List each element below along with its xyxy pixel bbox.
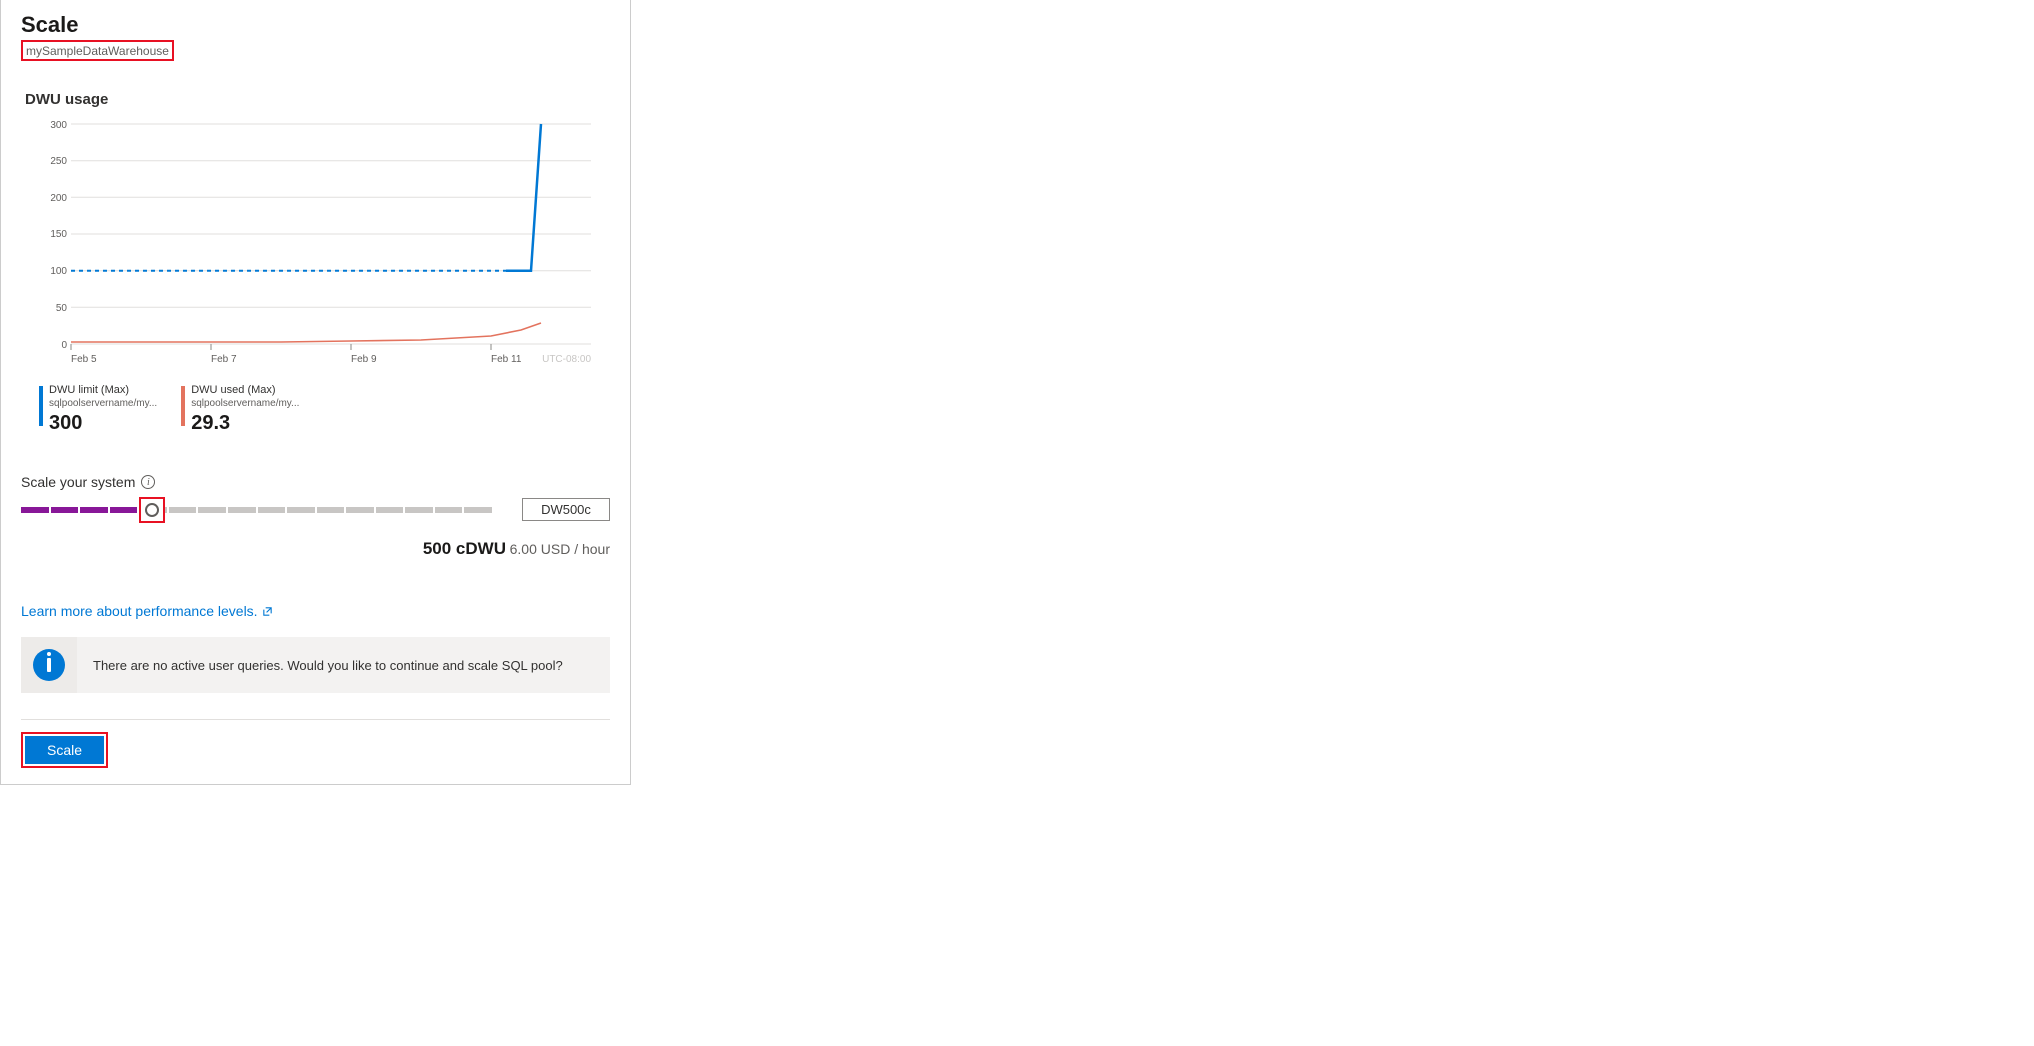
slider-segment [228,507,256,513]
slider-segment [376,507,404,513]
slider-segment [287,507,315,513]
x-tick: Feb 5 [71,354,97,365]
dwu-usage-heading: DWU usage [25,91,610,108]
slider-segment [169,507,197,513]
x-tick: Feb 11 [491,354,522,365]
slider-segment [405,507,433,513]
slider-thumb[interactable] [145,503,159,517]
info-banner-icon-wrap [21,637,77,693]
legend-color-swatch [39,386,43,426]
pricing-rate: 6.00 USD / hour [510,541,610,557]
legend-color-swatch [181,386,185,426]
slider-segment [21,507,49,513]
scale-button-highlight: Scale [21,732,108,768]
slider-segment [258,507,286,513]
slider-segment [110,507,138,513]
slider-segment [464,507,492,513]
divider [21,719,610,720]
scale-your-system-row: Scale your system i [21,474,610,490]
chart-legend: DWU limit (Max) sqlpoolservername/my... … [39,384,610,436]
external-link-icon [262,606,273,617]
y-tick: 50 [56,303,68,314]
slider-segment [435,507,463,513]
y-tick: 0 [61,340,67,351]
info-icon[interactable]: i [141,475,155,489]
slider-segment [80,507,108,513]
dwu-usage-chart: 0 50 100 150 200 250 300 Feb 5 Feb 7 Feb… [31,114,611,374]
legend-title: DWU limit (Max) [49,384,157,398]
legend-item-used: DWU used (Max) sqlpoolservername/my... 2… [181,384,299,436]
dwu-selected-value[interactable]: DW500c [522,498,610,521]
legend-title: DWU used (Max) [191,384,299,398]
x-tick: Feb 7 [211,354,237,365]
legend-value: 300 [49,411,157,436]
slider-segment [198,507,226,513]
y-tick: 250 [50,156,67,167]
slider-segment [346,507,374,513]
dwu-slider[interactable] [21,500,492,520]
y-tick: 300 [50,120,67,131]
y-tick: 100 [50,266,67,277]
y-tick: 200 [50,193,67,204]
scale-panel: Scale mySampleDataWarehouse DWU usage 0 … [0,0,631,785]
tz-label: UTC-08:00 [542,354,591,365]
slider-segment [51,507,79,513]
pricing-value: 500 cDWU [423,539,506,558]
pricing-row: 500 cDWU 6.00 USD / hour [21,539,610,559]
resource-name-highlight: mySampleDataWarehouse [21,40,174,61]
legend-subtitle: sqlpoolservername/my... [191,398,299,411]
y-tick: 150 [50,229,67,240]
learn-more-text: Learn more about performance levels. [21,603,258,619]
legend-value: 29.3 [191,411,299,436]
page-title: Scale [21,12,610,38]
x-tick: Feb 9 [351,354,377,365]
info-icon [33,649,65,681]
info-banner-message: There are no active user queries. Would … [93,658,563,673]
slider-segment [317,507,345,513]
scale-button[interactable]: Scale [25,736,104,764]
learn-more-link[interactable]: Learn more about performance levels. [21,603,273,619]
series-dwu-used [71,323,541,342]
resource-name: mySampleDataWarehouse [26,44,169,58]
legend-subtitle: sqlpoolservername/my... [49,398,157,411]
scale-your-system-label: Scale your system [21,474,135,490]
info-banner: There are no active user queries. Would … [21,637,610,693]
legend-item-limit: DWU limit (Max) sqlpoolservername/my... … [39,384,157,436]
slider-thumb-highlight [139,497,165,523]
